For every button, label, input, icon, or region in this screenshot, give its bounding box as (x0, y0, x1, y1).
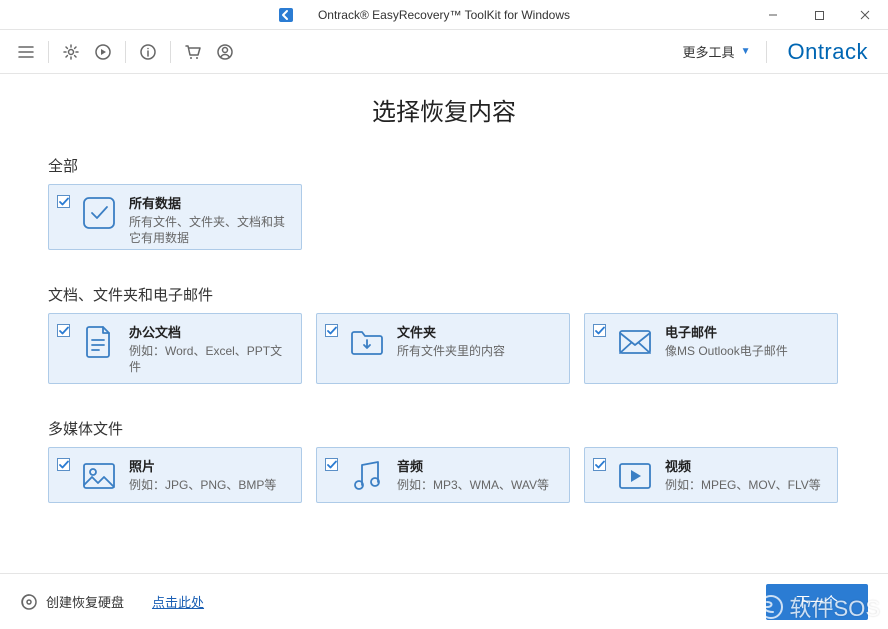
app-icon (278, 7, 294, 23)
section-docs: 文档、文件夹和电子邮件 办公文档 例如：Word、Excel、PPT文件 文件夹… (48, 284, 840, 384)
separator (125, 41, 126, 63)
cart-icon[interactable] (179, 38, 207, 66)
section-all-label: 全部 (48, 155, 840, 176)
card-title: 音频 (397, 456, 549, 475)
card-title: 文件夹 (397, 322, 505, 341)
page-title: 选择恢复内容 (48, 92, 840, 127)
card-office-docs[interactable]: 办公文档 例如：Word、Excel、PPT文件 (48, 313, 302, 384)
card-desc: 所有文件、文件夹、文档和其它有用数据 (129, 214, 291, 246)
user-icon[interactable] (211, 38, 239, 66)
image-icon (81, 458, 117, 494)
card-desc: 例如：Word、Excel、PPT文件 (129, 343, 291, 375)
card-title: 电子邮件 (665, 322, 788, 341)
mail-icon (617, 324, 653, 360)
create-disk-label: 创建恢复硬盘 (46, 592, 124, 611)
folder-icon (349, 324, 385, 360)
more-tools-label: 更多工具 (683, 42, 735, 61)
card-title: 照片 (129, 456, 276, 475)
check-large-icon (81, 195, 117, 231)
checkbox-photos[interactable] (57, 458, 70, 471)
checkbox-video[interactable] (593, 458, 606, 471)
minimize-button[interactable] (750, 0, 796, 30)
video-icon (617, 458, 653, 494)
card-desc: 例如：MPEG、MOV、FLV等 (665, 477, 821, 493)
card-desc: 所有文件夹里的内容 (397, 343, 505, 359)
card-desc: 像MS Outlook电子邮件 (665, 343, 788, 359)
checkbox-office-docs[interactable] (57, 324, 70, 337)
card-title: 所有数据 (129, 193, 291, 212)
menu-icon[interactable] (12, 38, 40, 66)
card-desc: 例如：MP3、WMA、WAV等 (397, 477, 549, 493)
window-title: Ontrack® EasyRecovery™ ToolKit for Windo… (318, 8, 570, 22)
toolbar: 更多工具 ▼ Ontrack (0, 30, 888, 74)
chevron-down-icon: ▼ (741, 46, 751, 57)
checkbox-all-data[interactable] (57, 195, 70, 208)
music-icon (349, 458, 385, 494)
more-tools-dropdown[interactable]: 更多工具 ▼ (675, 42, 759, 61)
section-all: 全部 所有数据 所有文件、文件夹、文档和其它有用数据 (48, 155, 840, 250)
card-audio[interactable]: 音频 例如：MP3、WMA、WAV等 (316, 447, 570, 503)
close-button[interactable] (842, 0, 888, 30)
card-folders[interactable]: 文件夹 所有文件夹里的内容 (316, 313, 570, 384)
checkbox-folders[interactable] (325, 324, 338, 337)
section-media: 多媒体文件 照片 例如：JPG、PNG、BMP等 音频 例如：MP3、WMA、W… (48, 418, 840, 503)
document-icon (81, 324, 117, 360)
card-email[interactable]: 电子邮件 像MS Outlook电子邮件 (584, 313, 838, 384)
settings-icon[interactable] (57, 38, 85, 66)
brand-logo: Ontrack (787, 39, 868, 65)
card-video[interactable]: 视频 例如：MPEG、MOV、FLV等 (584, 447, 838, 503)
separator (170, 41, 171, 63)
section-media-label: 多媒体文件 (48, 418, 840, 439)
card-title: 办公文档 (129, 322, 291, 341)
create-recovery-disk: 创建恢复硬盘 (20, 592, 124, 611)
card-photos[interactable]: 照片 例如：JPG、PNG、BMP等 (48, 447, 302, 503)
title-bar: Ontrack® EasyRecovery™ ToolKit for Windo… (0, 0, 888, 30)
footer: 创建恢复硬盘 点击此处 下一个 (0, 573, 888, 629)
card-title: 视频 (665, 456, 821, 475)
card-all-data[interactable]: 所有数据 所有文件、文件夹、文档和其它有用数据 (48, 184, 302, 250)
separator (48, 41, 49, 63)
window-controls (750, 0, 888, 30)
maximize-button[interactable] (796, 0, 842, 30)
resume-icon[interactable] (89, 38, 117, 66)
checkbox-email[interactable] (593, 324, 606, 337)
main-content: 选择恢复内容 全部 所有数据 所有文件、文件夹、文档和其它有用数据 文档、文件夹… (0, 74, 888, 503)
disk-icon (20, 593, 38, 611)
info-icon[interactable] (134, 38, 162, 66)
next-button[interactable]: 下一个 (766, 584, 868, 620)
separator (766, 41, 767, 63)
card-desc: 例如：JPG、PNG、BMP等 (129, 477, 276, 493)
click-here-link[interactable]: 点击此处 (152, 592, 204, 611)
section-docs-label: 文档、文件夹和电子邮件 (48, 284, 840, 305)
checkbox-audio[interactable] (325, 458, 338, 471)
